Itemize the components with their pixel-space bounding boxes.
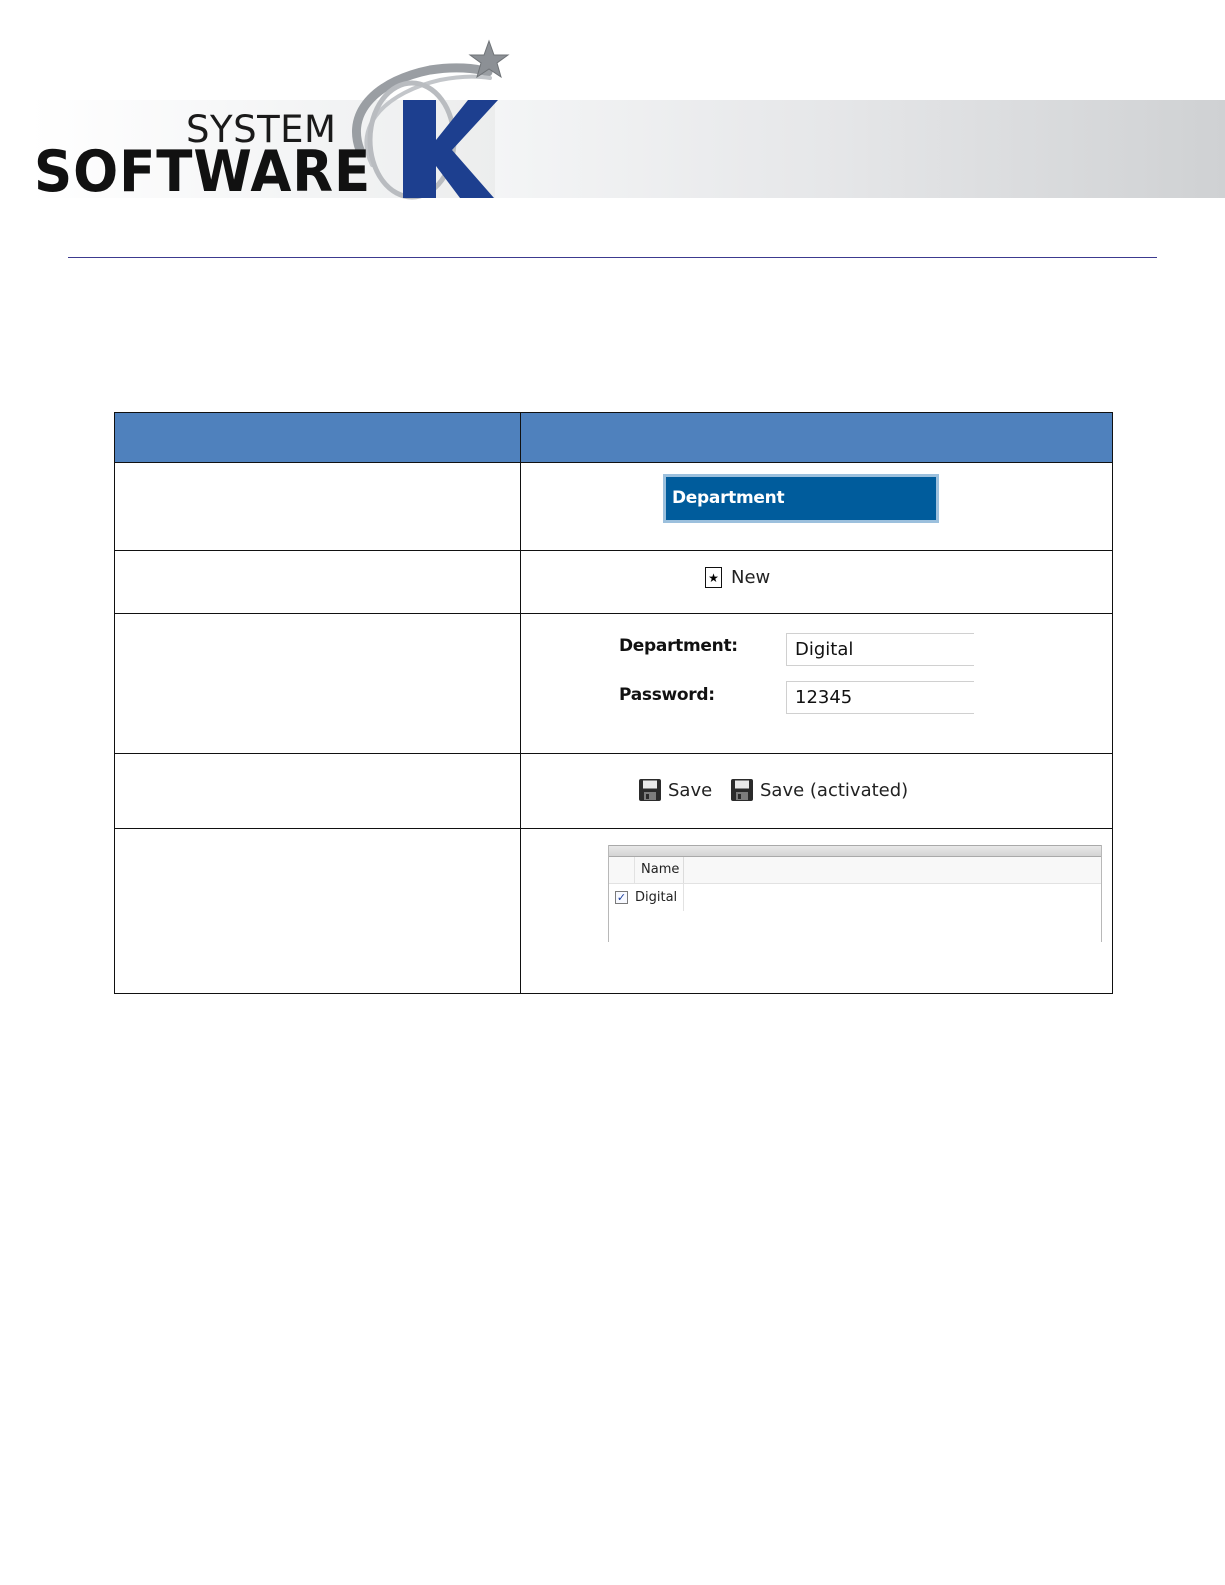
table-row: Department: Digital Password: 12345 xyxy=(114,613,1113,754)
grid-check-column xyxy=(609,857,635,883)
department-tab[interactable]: Department xyxy=(663,474,939,523)
save-activated-button[interactable]: Save (activated) xyxy=(730,778,908,802)
table-row: ★ New xyxy=(114,550,1113,614)
department-label: Department: xyxy=(619,636,738,656)
grid-toolbar xyxy=(609,845,1101,857)
save-button-label: Save xyxy=(668,779,713,801)
department-grid: Name ✓ Digital xyxy=(608,845,1102,942)
row-illustration: Department xyxy=(520,462,1113,551)
new-button-label: New xyxy=(731,567,771,588)
header-band xyxy=(495,100,1225,198)
row-description xyxy=(114,462,521,551)
row-illustration: Name ✓ Digital xyxy=(520,828,1113,994)
row-description xyxy=(114,828,521,994)
table-row: Department xyxy=(114,462,1113,551)
password-field[interactable]: 12345 xyxy=(786,681,974,714)
table-header-row xyxy=(114,412,1113,463)
department-field[interactable]: Digital xyxy=(786,633,974,666)
logo-text-software: SOFTWARE xyxy=(34,139,372,205)
table-row: Name ✓ Digital xyxy=(114,828,1113,994)
header-rule xyxy=(68,257,1157,258)
feature-table: Department ★ New Department: Digital Pas… xyxy=(114,412,1113,994)
new-star-icon: ★ xyxy=(705,567,722,588)
table-header-cell-1 xyxy=(114,412,521,463)
row-description xyxy=(114,753,521,829)
grid-row[interactable]: ✓ Digital xyxy=(609,884,1101,911)
row-illustration: ★ New xyxy=(520,550,1113,614)
grid-cell-name: Digital xyxy=(635,884,684,911)
password-label: Password: xyxy=(619,685,715,705)
row-description xyxy=(114,613,521,754)
table-row: Save Save (activated) xyxy=(114,753,1113,829)
new-button[interactable]: ★ New xyxy=(705,567,770,588)
grid-column-name[interactable]: Name xyxy=(635,857,684,883)
save-button[interactable]: Save xyxy=(638,778,712,802)
table-header-cell-2 xyxy=(520,412,1113,463)
department-tab-label: Department xyxy=(666,477,936,520)
row-description xyxy=(114,550,521,614)
row-checkbox[interactable]: ✓ xyxy=(615,891,628,904)
row-illustration: Save Save (activated) xyxy=(520,753,1113,829)
grid-header: Name xyxy=(609,857,1101,884)
floppy-disk-icon xyxy=(639,779,661,801)
row-illustration: Department: Digital Password: 12345 xyxy=(520,613,1113,754)
save-activated-button-label: Save (activated) xyxy=(760,779,909,801)
floppy-disk-icon xyxy=(731,779,753,801)
